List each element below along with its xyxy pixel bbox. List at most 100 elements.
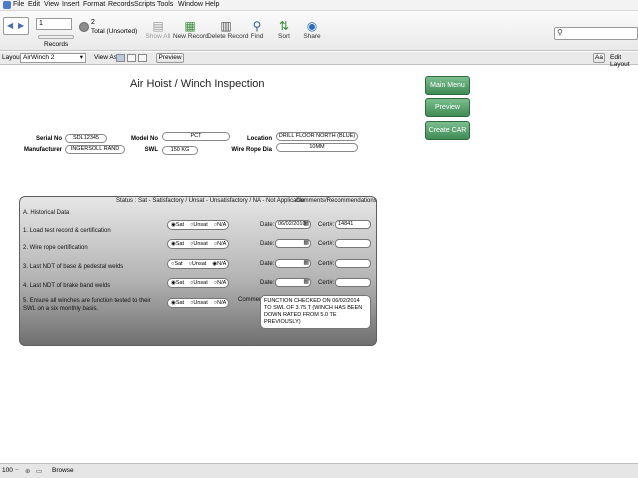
record-slider[interactable]	[38, 35, 74, 39]
radio-na: ○N/A	[213, 300, 227, 306]
new-record-icon: ▦	[184, 19, 196, 33]
swl-label: SWL	[144, 147, 158, 153]
magnifier-icon: ⚲	[252, 19, 262, 33]
model-no-label: Model No	[131, 136, 158, 142]
record-navigator[interactable]: ◀ ▶	[3, 17, 29, 35]
wire-rope-field[interactable]: 10MM	[276, 143, 358, 152]
status-toolbar-toggle-icon[interactable]: ▭	[36, 467, 42, 475]
status-radio-group[interactable]: ◉Sat ○Unsat ○N/A	[167, 298, 229, 308]
app-logo-icon	[3, 1, 11, 9]
inspection-item-text: 5. Ensure all winches are function teste…	[23, 298, 151, 312]
show-all-button[interactable]: ▤ Show All	[145, 19, 171, 40]
preview-button[interactable]: Preview	[156, 53, 184, 63]
radio-sat: ◉Sat	[171, 300, 185, 306]
delete-record-button[interactable]: ▥ Delete Record	[207, 19, 249, 40]
location-field[interactable]: DRILL FLOOR NORTH (BLUE)	[276, 132, 358, 141]
date-label: Date:	[260, 241, 275, 247]
calendar-icon[interactable]: ▦	[303, 260, 309, 267]
menu-help[interactable]: Help	[205, 1, 219, 8]
cert-label: Cert#:	[318, 241, 335, 247]
cert-field[interactable]	[335, 259, 371, 268]
menu-format[interactable]: Format	[83, 1, 105, 8]
location-label: Location	[247, 136, 272, 142]
radio-sat: ◉Sat	[171, 222, 185, 228]
list-view-icon[interactable]	[127, 54, 136, 62]
date-field[interactable]: ▦	[275, 239, 311, 248]
layout-select[interactable]: AirWinch 2 ▾	[20, 53, 86, 63]
text-formatting-button[interactable]: Aa	[593, 53, 605, 63]
comments-field[interactable]: FUNCTION CHECKED ON 06/02/2014 TO SWL OF…	[260, 295, 371, 329]
menu-edit[interactable]: Edit	[28, 1, 40, 8]
manufacturer-field[interactable]: INGERSOLL RAND	[65, 145, 125, 154]
inspection-item-text: 2. Wire rope certification	[23, 245, 88, 251]
serial-no-field[interactable]: SDL12345	[65, 134, 107, 143]
radio-sat: ◉Sat	[171, 241, 185, 247]
main-menu-button[interactable]: Main Menu	[425, 76, 470, 95]
cert-field[interactable]: 14841	[335, 220, 371, 229]
status-radio-group[interactable]: ○Sat ○Unsat ◉N/A	[167, 259, 229, 269]
zoom-in-icon[interactable]: ⊕	[25, 467, 30, 475]
status-radio-group[interactable]: ◉Sat ○Unsat ○N/A	[167, 220, 229, 230]
menu-view[interactable]: View	[44, 1, 59, 8]
record-number-input[interactable]: 1	[36, 18, 72, 30]
menu-insert[interactable]: Insert	[62, 1, 80, 8]
edit-layout-button[interactable]: Edit Layout	[610, 54, 638, 68]
quick-find-input[interactable]: ⚲	[554, 27, 638, 40]
radio-na: ○N/A	[213, 280, 227, 286]
table-view-icon[interactable]	[138, 54, 147, 62]
radio-na: ◉N/A	[212, 261, 227, 267]
calendar-icon[interactable]: ▦	[303, 279, 309, 286]
create-car-button[interactable]: Create CAR	[425, 121, 470, 140]
status-legend: Status : Sat - Satisfactory / Unsat - Un…	[116, 198, 305, 204]
radio-unsat: ○Unsat	[190, 300, 208, 306]
records-label: Records	[44, 41, 69, 48]
swl-field[interactable]: 150 KG	[162, 146, 198, 155]
inspection-item-text: 4. Last NDT of brake band welds	[23, 283, 111, 289]
radio-unsat: ○Unsat	[190, 222, 208, 228]
radio-na: ○N/A	[213, 241, 227, 247]
cert-field[interactable]	[335, 239, 371, 248]
new-record-button[interactable]: ▦ New Record	[173, 19, 209, 40]
found-set-pie-icon	[79, 22, 89, 32]
status-radio-group[interactable]: ◉Sat ○Unsat ○N/A	[167, 278, 229, 288]
cert-field[interactable]	[335, 278, 371, 287]
total-label: Total (Unsorted)	[91, 28, 138, 35]
radio-na: ○N/A	[213, 222, 227, 228]
model-no-field[interactable]: PCT	[162, 132, 230, 141]
menu-records[interactable]: Records	[108, 1, 134, 8]
share-icon: ◉	[306, 19, 318, 33]
date-field[interactable]: 06/02/2010 ▦	[275, 220, 311, 229]
prev-record-icon[interactable]: ◀	[7, 21, 13, 30]
radio-unsat: ○Unsat	[190, 241, 208, 247]
trash-icon: ▥	[220, 19, 232, 33]
zoom-out-icon[interactable]: −	[15, 467, 19, 474]
cert-label: Cert#:	[318, 280, 335, 286]
zoom-level[interactable]: 100	[2, 467, 13, 474]
radio-unsat: ○Unsat	[188, 261, 207, 267]
mode-indicator[interactable]: Browse	[52, 467, 74, 474]
calendar-icon[interactable]: ▦	[303, 240, 309, 247]
menu-file[interactable]: File	[13, 1, 24, 8]
menu-scripts[interactable]: Scripts	[134, 1, 155, 8]
share-button[interactable]: ◉ Share	[302, 19, 322, 40]
manufacturer-label: Manufacturer	[23, 147, 62, 153]
search-icon: ⚲	[557, 28, 563, 37]
wire-rope-label: Wire Rope Dia	[231, 147, 272, 153]
date-field[interactable]: ▦	[275, 259, 311, 268]
form-view-icon[interactable]	[116, 54, 125, 62]
status-radio-group[interactable]: ◉Sat ○Unsat ○N/A	[167, 239, 229, 249]
date-field[interactable]: ▦	[275, 278, 311, 287]
calendar-icon[interactable]: ▦	[303, 221, 309, 228]
total-count: 2	[91, 19, 95, 26]
sort-button[interactable]: ⇅ Sort	[275, 19, 293, 40]
cert-label: Cert#:	[318, 222, 335, 228]
comments-header: Comments/Recommendations	[296, 198, 377, 204]
next-record-icon[interactable]: ▶	[18, 21, 24, 30]
chevron-down-icon: ▾	[79, 54, 83, 61]
menu-tools[interactable]: Tools	[157, 1, 173, 8]
find-button[interactable]: ⚲ Find	[248, 19, 266, 40]
inspection-item-text: 1. Load test record & certification	[23, 228, 111, 234]
preview-report-button[interactable]: Preview Report	[425, 98, 470, 128]
cert-label: Cert#:	[318, 261, 335, 267]
menu-window[interactable]: Window	[178, 1, 203, 8]
